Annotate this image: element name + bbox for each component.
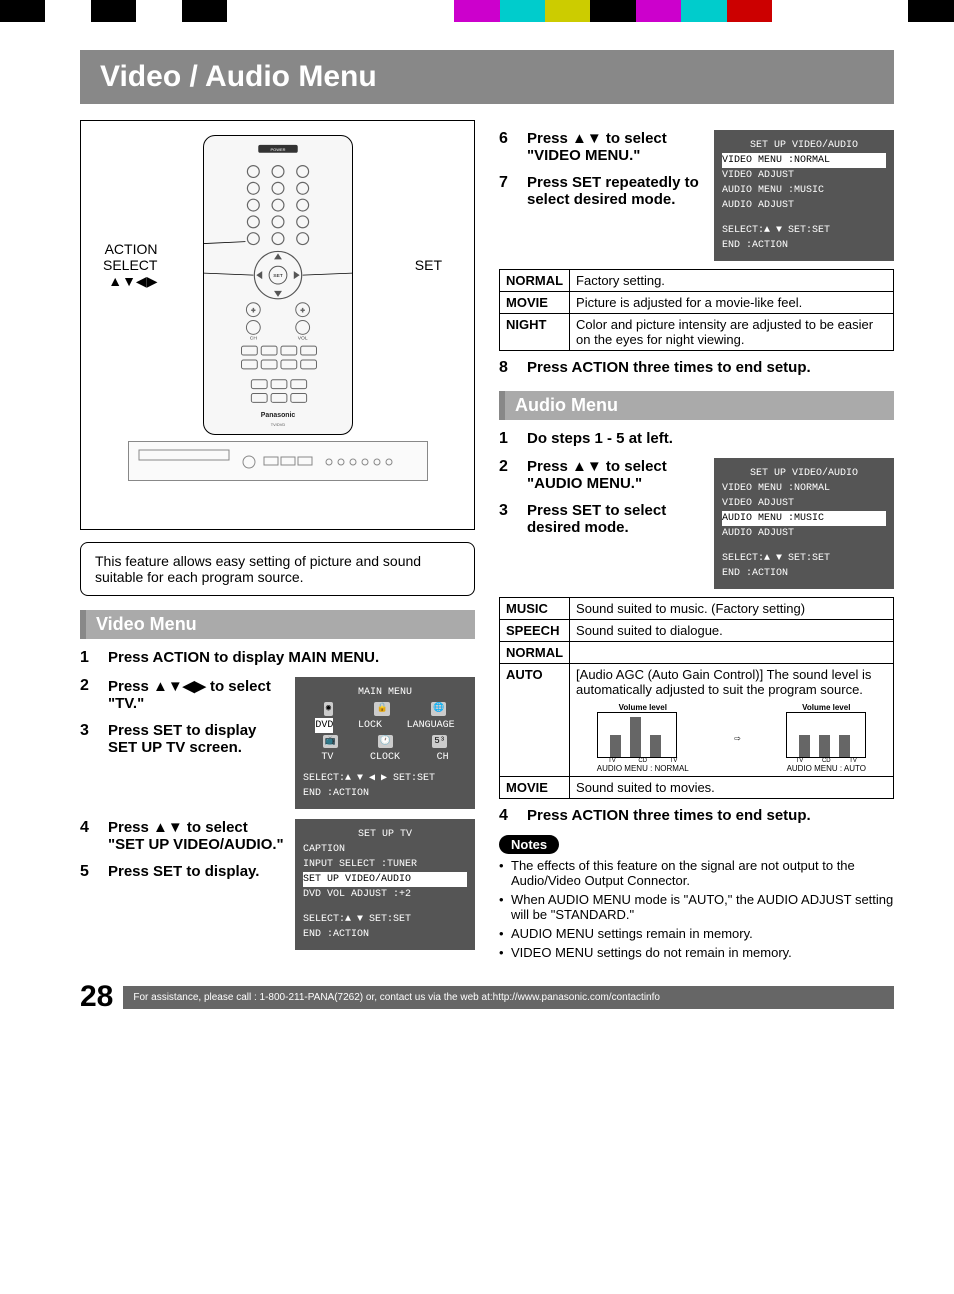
svg-text:CH: CH <box>249 335 257 341</box>
svg-text:POWER: POWER <box>270 147 285 152</box>
page-title: Video / Audio Menu <box>80 50 894 104</box>
step-number: 7 <box>499 174 517 208</box>
remote-diagram: ACTION SELECT ▲▼◀▶ SET POWER <box>80 120 475 530</box>
remote-body: POWER SET <box>203 135 353 435</box>
video-mode-table: NORMALFactory setting.MOVIEPicture is ad… <box>499 269 894 351</box>
label-set: SET <box>415 257 442 273</box>
step-text: Press ▲▼◀▶ to select "TV." <box>108 677 285 712</box>
step-text: Press ACTION to display MAIN MENU. <box>108 649 475 667</box>
step-number: 1 <box>80 649 98 667</box>
step-number: 8 <box>499 359 517 377</box>
osd-video-audio: SET UP VIDEO/AUDIO VIDEO MENU :NORMALVID… <box>714 458 894 589</box>
svg-text:VOL: VOL <box>297 335 307 341</box>
step-text: Press ACTION three times to end setup. <box>527 359 894 377</box>
step-text: Do steps 1 - 5 at left. <box>527 430 894 448</box>
audio-menu-heading: Audio Menu <box>499 391 894 420</box>
intro-text: This feature allows easy setting of pict… <box>80 542 475 596</box>
step-text: Press ▲▼ to select "AUDIO MENU." <box>527 458 704 492</box>
step-text: Press ACTION three times to end setup. <box>527 807 894 825</box>
step-number: 3 <box>80 722 98 756</box>
svg-text:TV/DVD: TV/DVD <box>270 422 285 427</box>
step-number: 2 <box>80 677 98 712</box>
step-text: Press SET repeatedly to select desired m… <box>527 174 704 208</box>
step-text: Press SET to display SET UP TV screen. <box>108 722 285 756</box>
step-number: 4 <box>80 819 98 853</box>
step-number: 2 <box>499 458 517 492</box>
notes-list: The effects of this feature on the signa… <box>499 858 894 960</box>
label-action: ACTION <box>103 241 157 257</box>
svg-text:Panasonic: Panasonic <box>260 412 295 419</box>
notes-badge: Notes <box>499 835 559 854</box>
osd-video-audio: SET UP VIDEO/AUDIO VIDEO MENU :NORMALVID… <box>714 130 894 261</box>
svg-text:+: + <box>300 308 304 315</box>
svg-text:SET: SET <box>273 273 283 279</box>
label-arrows: ▲▼◀▶ <box>103 273 157 290</box>
step-number: 6 <box>499 130 517 164</box>
step-number: 1 <box>499 430 517 448</box>
step-text: Press SET to select desired mode. <box>527 502 704 536</box>
page-number: 28 <box>80 980 113 1014</box>
step-text: Press ▲▼ to select "VIDEO MENU." <box>527 130 704 164</box>
audio-mode-table: MUSICSound suited to music. (Factory set… <box>499 597 894 799</box>
step-text: Press SET to display. <box>108 863 285 881</box>
step-number: 4 <box>499 807 517 825</box>
footer-assistance: For assistance, please call : 1-800-211-… <box>123 986 894 1009</box>
osd-main-menu: MAIN MENU ◉🔒🌐 DVD LOCK LANGUAGE 📺🕐5³ TV … <box>295 677 475 809</box>
label-select: SELECT <box>103 257 157 273</box>
dvd-player-diagram <box>128 441 428 481</box>
osd-setup-tv: SET UP TV CAPTIONINPUT SELECT :TUNERSET … <box>295 819 475 950</box>
svg-text:+: + <box>251 308 255 315</box>
video-menu-heading: Video Menu <box>80 610 475 639</box>
step-number: 3 <box>499 502 517 536</box>
step-number: 5 <box>80 863 98 881</box>
step-text: Press ▲▼ to select "SET UP VIDEO/AUDIO." <box>108 819 285 853</box>
